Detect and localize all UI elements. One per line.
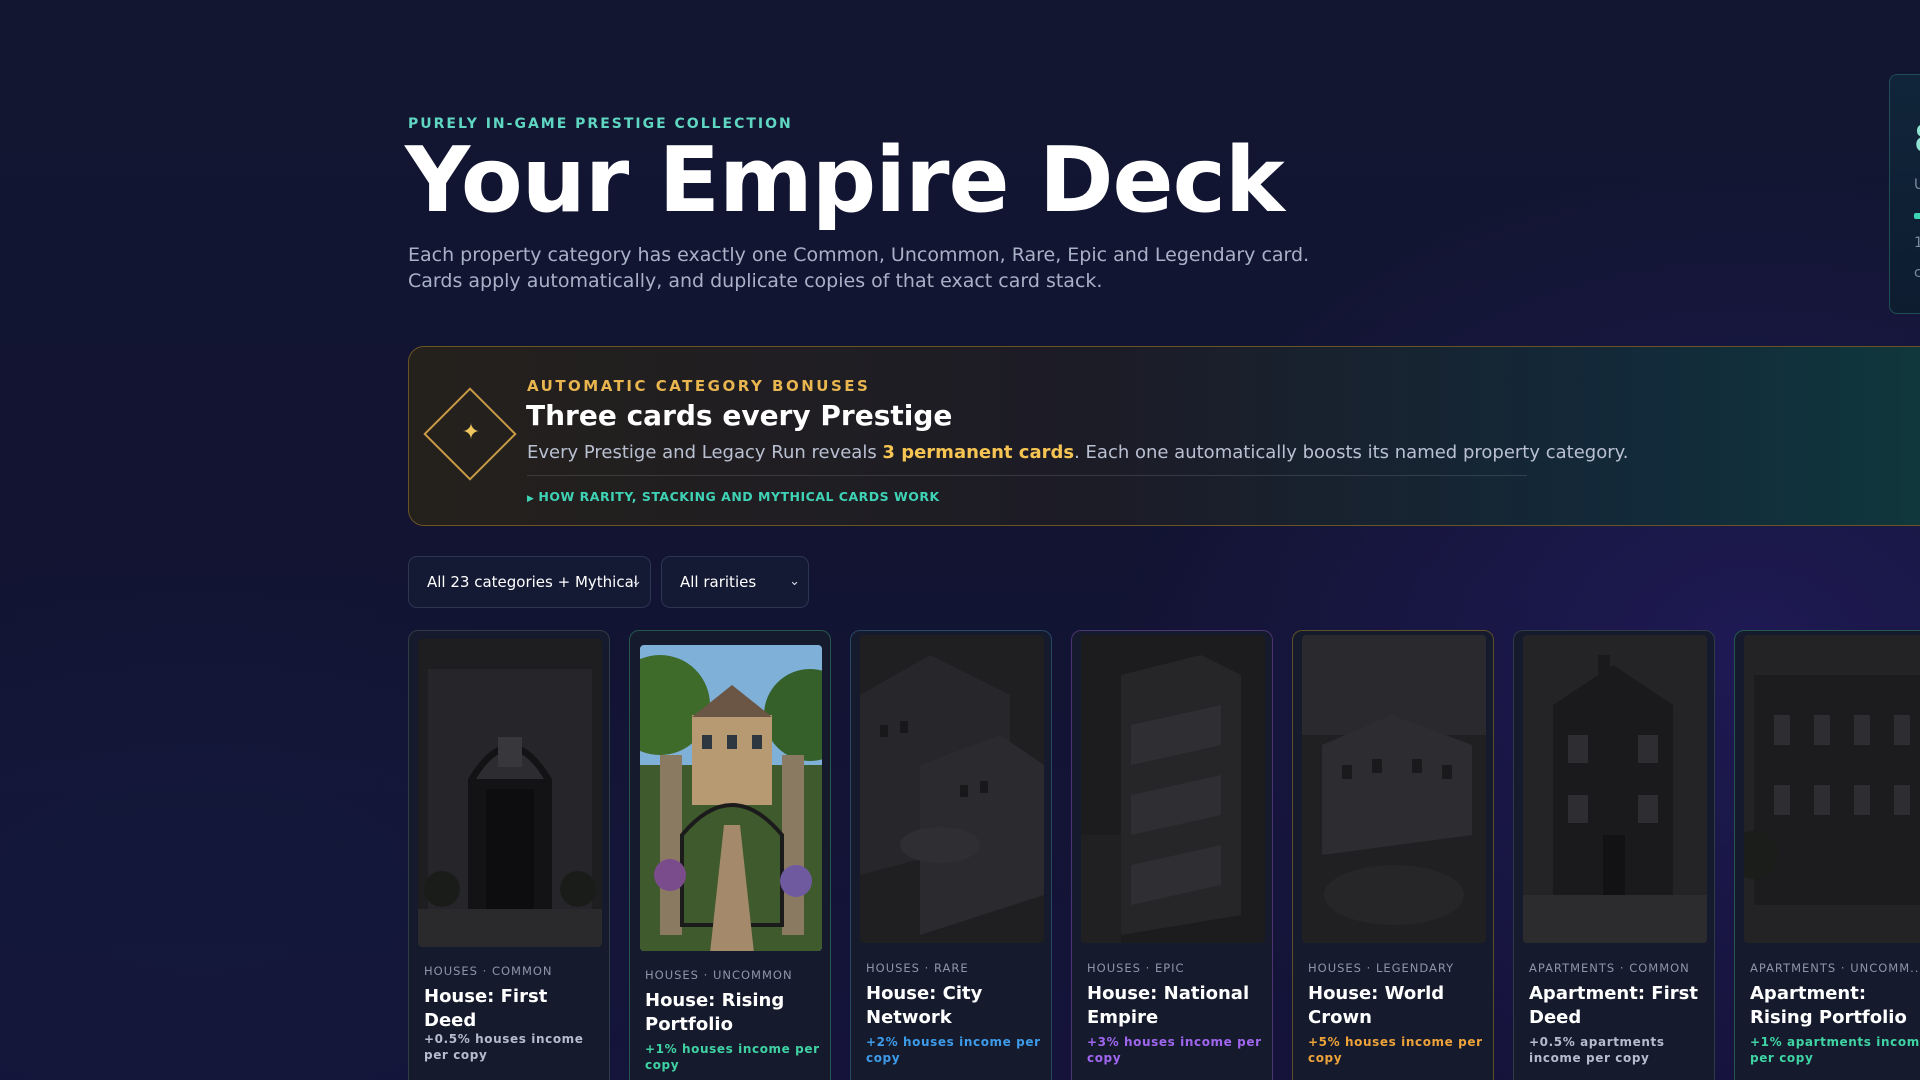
card-meta: HOUSES · UNCOMMON bbox=[645, 968, 793, 982]
card-bonus: +1% apartments income per copy bbox=[1750, 1035, 1920, 1065]
card-meta: APARTMENTS · COMMON bbox=[1529, 961, 1690, 975]
category-filter-value: All 23 categories + Mythical bbox=[427, 573, 638, 591]
card-name: Apartment: Rising Portfolio bbox=[1750, 983, 1907, 1028]
collection-stats-panel: 8 U 1 c bbox=[1889, 74, 1920, 314]
card-bonus: +0.5% apartments income per copy bbox=[1529, 1035, 1665, 1065]
card-art bbox=[1744, 635, 1920, 943]
page-title: Your Empire Deck bbox=[405, 128, 1285, 233]
manor-gate-art-icon bbox=[640, 645, 822, 951]
card-art bbox=[860, 635, 1044, 943]
card-bonus: +3% houses income per copy bbox=[1087, 1035, 1262, 1065]
apartment-townhouse-art-icon bbox=[1523, 635, 1707, 943]
diamond-star-icon: ✦ bbox=[461, 420, 481, 445]
house-door-art-icon bbox=[418, 639, 602, 947]
banner-divider bbox=[527, 475, 1527, 476]
card-meta: HOUSES · LEGENDARY bbox=[1308, 961, 1455, 975]
card-house-world-crown[interactable]: HOUSES · LEGENDARY House: World Crown +5… bbox=[1292, 630, 1494, 1080]
stats-value-glyph: 8 bbox=[1914, 117, 1920, 161]
empire-deck-page: 8 U 1 c PURELY IN-GAME PRESTIGE COLLECTI… bbox=[0, 0, 1920, 1080]
card-art bbox=[418, 639, 602, 947]
card-bonus: +1% houses income per copy bbox=[645, 1042, 820, 1072]
banner-title: Three cards every Prestige bbox=[526, 399, 953, 432]
card-apartment-first-deed[interactable]: APARTMENTS · COMMON Apartment: First Dee… bbox=[1513, 630, 1715, 1080]
banner-description: Every Prestige and Legacy Run reveals 3 … bbox=[527, 442, 1628, 463]
banner-text-highlight: 3 permanent cards bbox=[882, 442, 1075, 463]
chevron-down-icon: ⌄ bbox=[789, 574, 800, 589]
page-subtitle: Each property category has exactly one C… bbox=[408, 242, 1310, 294]
stats-detail-glyph-2: c bbox=[1914, 265, 1920, 281]
card-art bbox=[1081, 635, 1265, 943]
banner-eyebrow: AUTOMATIC CATEGORY BONUSES bbox=[527, 377, 871, 395]
banner-text-after: . Each one automatically boosts its name… bbox=[1074, 442, 1629, 463]
card-art bbox=[1523, 635, 1707, 943]
rarity-rules-label: HOW RARITY, STACKING AND MYTHICAL CARDS … bbox=[538, 489, 940, 504]
subtitle-line-2: Cards apply automatically, and duplicate… bbox=[408, 270, 1103, 292]
card-art bbox=[640, 645, 822, 951]
card-name: House: First Deed bbox=[424, 986, 548, 1031]
card-meta: HOUSES · EPIC bbox=[1087, 961, 1185, 975]
category-filter-select[interactable]: All 23 categories + Mythical ⌄ bbox=[408, 556, 651, 608]
card-house-city-network[interactable]: HOUSES · RARE House: City Network +2% ho… bbox=[850, 630, 1052, 1080]
card-name: Apartment: First Deed bbox=[1529, 983, 1698, 1028]
subtitle-line-1: Each property category has exactly one C… bbox=[408, 244, 1310, 266]
chevron-down-icon: ⌄ bbox=[631, 574, 642, 589]
card-art bbox=[1302, 635, 1486, 943]
card-name: House: Rising Portfolio bbox=[645, 990, 785, 1035]
card-bonus: +5% houses income per copy bbox=[1308, 1035, 1483, 1065]
card-bonus: +0.5% houses income per copy bbox=[424, 1032, 584, 1062]
card-house-first-deed[interactable]: HOUSES · COMMON House: First Deed +0.5% … bbox=[408, 630, 610, 1080]
national-empire-art-icon bbox=[1081, 635, 1265, 943]
card-meta: HOUSES · COMMON bbox=[424, 964, 553, 978]
card-meta: APARTMENTS · UNCOMM... bbox=[1750, 961, 1920, 975]
rarity-rules-toggle[interactable]: ▶ HOW RARITY, STACKING AND MYTHICAL CARDS… bbox=[527, 489, 940, 504]
stats-label-glyph: U bbox=[1914, 177, 1920, 193]
card-house-rising-portfolio[interactable]: HOUSES · UNCOMMON House: Rising Portfoli… bbox=[629, 630, 831, 1080]
rarity-filter-value: All rarities bbox=[680, 573, 757, 591]
rarity-filter-select[interactable]: All rarities ⌄ bbox=[661, 556, 809, 608]
stats-progress-bar bbox=[1914, 213, 1920, 219]
banner-text-before: Every Prestige and Legacy Run reveals bbox=[527, 442, 883, 463]
card-apartment-rising-portfolio[interactable]: APARTMENTS · UNCOMM... Apartment: Rising… bbox=[1734, 630, 1920, 1080]
card-name: House: World Crown bbox=[1308, 983, 1445, 1028]
card-meta: HOUSES · RARE bbox=[866, 961, 969, 975]
category-bonus-banner: ✦ AUTOMATIC CATEGORY BONUSES Three cards… bbox=[408, 346, 1920, 526]
card-name: House: City Network bbox=[866, 983, 983, 1028]
card-name: House: National Empire bbox=[1087, 983, 1250, 1028]
apartment-row-art-icon bbox=[1744, 635, 1920, 943]
disclosure-triangle-icon: ▶ bbox=[527, 494, 535, 504]
world-crown-art-icon bbox=[1302, 635, 1486, 943]
card-bonus: +2% houses income per copy bbox=[866, 1035, 1041, 1065]
city-network-art-icon bbox=[860, 635, 1044, 943]
card-house-national-empire[interactable]: HOUSES · EPIC House: National Empire +3%… bbox=[1071, 630, 1273, 1080]
stats-detail-glyph: 1 bbox=[1914, 235, 1920, 251]
